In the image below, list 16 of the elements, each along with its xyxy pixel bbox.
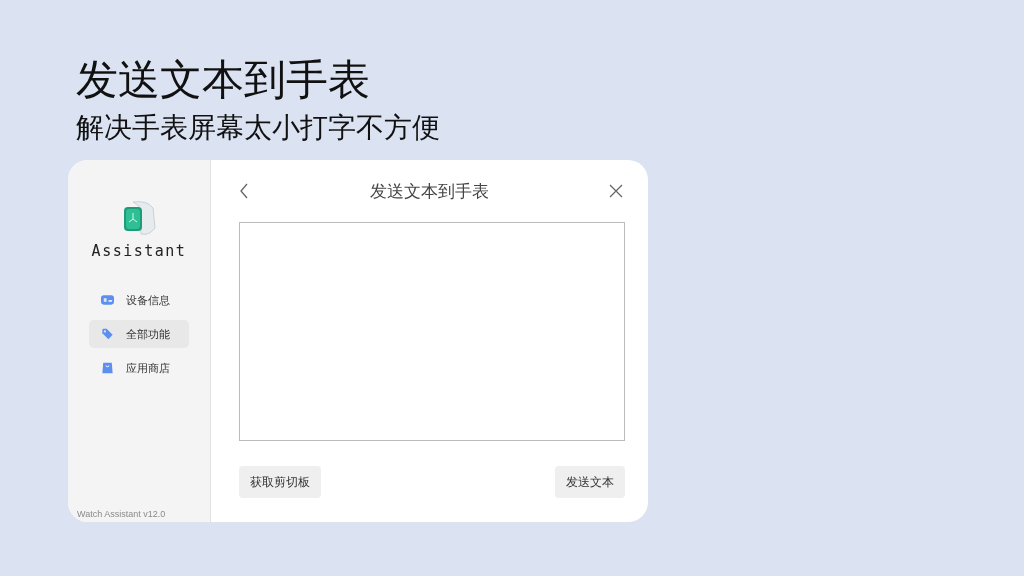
- nav-item[interactable]: 设备信息: [89, 286, 189, 314]
- shopping-bag-icon: [101, 362, 114, 374]
- text-input-field[interactable]: [239, 222, 625, 441]
- version-label: Watch Assistant v12.0: [77, 509, 166, 519]
- card-icon: [101, 294, 114, 306]
- get-clipboard-button[interactable]: 获取剪切板: [239, 466, 321, 498]
- send-text-button[interactable]: 发送文本: [555, 466, 625, 498]
- headline: 发送文本到手表: [76, 54, 371, 106]
- page-title: 发送文本到手表: [369, 179, 489, 203]
- subheadline: 解决手表屏幕太小打字不方便: [76, 110, 441, 146]
- app-logo-text: Assistant: [91, 242, 187, 260]
- nav-item[interactable]: 应用商店: [89, 354, 189, 382]
- close-icon[interactable]: [609, 184, 623, 198]
- nav-item[interactable]: 全部功能: [89, 320, 189, 348]
- back-icon[interactable]: [239, 183, 249, 199]
- tag-icon: [101, 328, 114, 340]
